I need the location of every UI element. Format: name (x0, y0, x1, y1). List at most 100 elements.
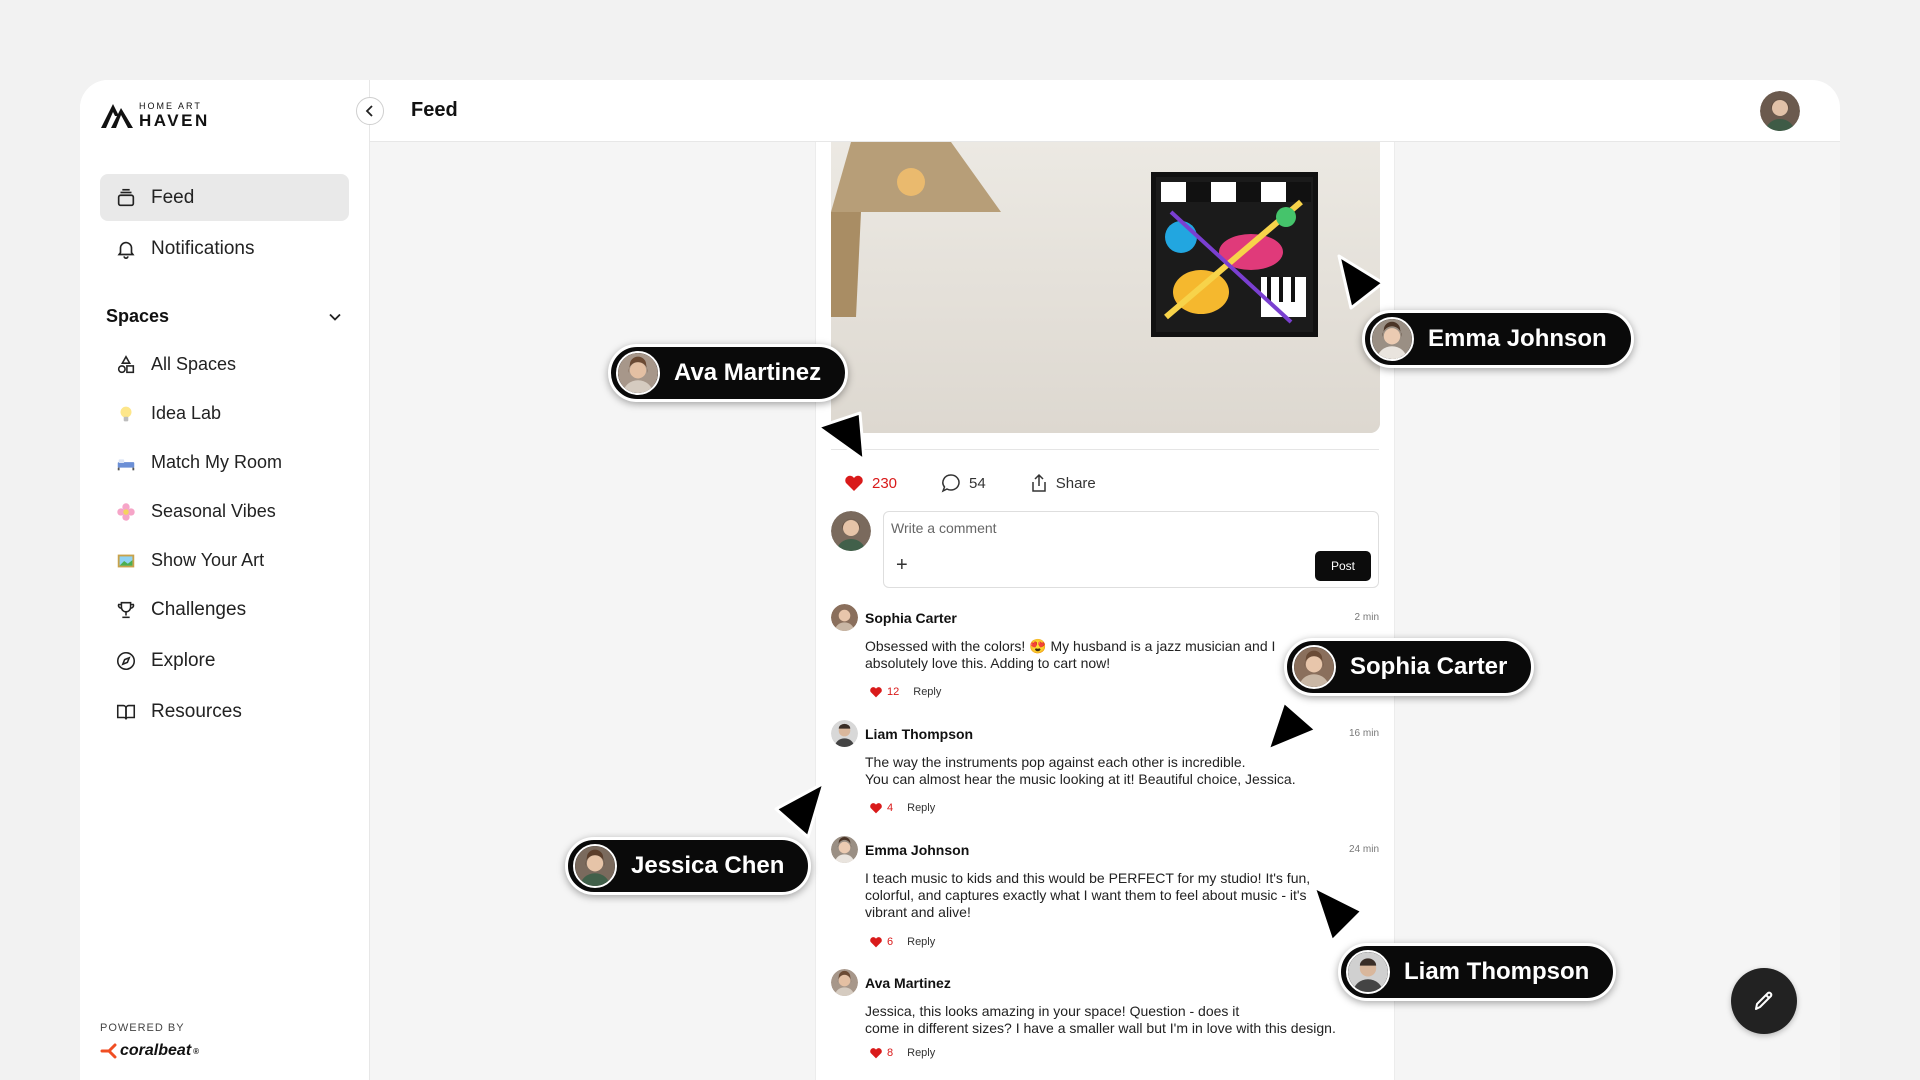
nav-item-challenges[interactable]: Challenges (100, 586, 349, 633)
comment-actions: 6 Reply (869, 936, 935, 948)
post-detail: 230 54 Share Write a comment + Post Soph… (815, 142, 1395, 1080)
powered-label: POWERED BY (100, 1022, 185, 1034)
commenter-name[interactable]: Sophia Carter (865, 610, 957, 626)
comment-like-count: 4 (887, 802, 894, 814)
bed-icon (115, 452, 137, 474)
reply-button[interactable]: Reply (907, 936, 935, 948)
share-icon (1031, 473, 1046, 492)
commenter-name[interactable]: Emma Johnson (865, 842, 969, 858)
brand-small: HOME ART (139, 100, 202, 111)
reply-button[interactable]: Reply (907, 1047, 935, 1059)
commenter-name[interactable]: Ava Martinez (865, 975, 951, 991)
book-icon (115, 701, 137, 723)
pencil-icon (1755, 991, 1773, 1010)
nav-item-resources[interactable]: Resources (100, 688, 349, 735)
bell-icon (115, 238, 137, 260)
comment-bubble-icon (941, 474, 960, 493)
coralbeat-logo[interactable]: coralbeat ® (100, 1042, 199, 1060)
user-avatar[interactable] (1760, 91, 1800, 131)
collaborator-avatar (573, 844, 617, 888)
add-attachment-button[interactable]: + (896, 554, 908, 577)
top-bar: Feed (356, 80, 1840, 142)
collaborator-pill-liam: Liam Thompson (1338, 943, 1617, 1001)
collaborator-name: Jessica Chen (631, 852, 785, 879)
comment-like-button[interactable]: 8 (869, 1047, 893, 1059)
nav-item-notifications[interactable]: Notifications (100, 225, 349, 272)
spaces-list: All Spaces Idea Lab Match My Room Season… (100, 340, 349, 585)
collaborator-pill-jessica: Jessica Chen (565, 837, 812, 895)
comment-like-button[interactable]: 12 (869, 686, 899, 698)
heart-icon (870, 803, 882, 814)
cursor-arrow-icon (816, 411, 866, 462)
collaborator-avatar (616, 351, 660, 395)
space-item-seasonal-vibes[interactable]: Seasonal Vibes (100, 487, 349, 536)
commenter-name[interactable]: Liam Thompson (865, 726, 973, 742)
post-divider (831, 449, 1379, 450)
collaborator-name: Sophia Carter (1350, 653, 1508, 680)
collaborator-pill-ava: Ava Martinez (608, 344, 849, 402)
collapse-sidebar-button[interactable] (356, 97, 384, 125)
space-item-all-spaces[interactable]: All Spaces (100, 340, 349, 389)
comment-like-count: 6 (887, 936, 894, 948)
picture-icon (115, 550, 137, 572)
lightbulb-icon (115, 403, 137, 425)
heart-icon (870, 937, 882, 948)
like-count: 230 (872, 474, 898, 492)
commenter-avatar (831, 969, 858, 996)
comment-like-button[interactable]: 6 (869, 936, 893, 948)
coralbeat-mark-icon (100, 1043, 117, 1059)
feed-icon (115, 187, 137, 209)
like-button[interactable]: 230 (844, 474, 897, 492)
space-item-match-my-room[interactable]: Match My Room (100, 438, 349, 487)
cursor-arrow-icon (1312, 885, 1364, 943)
comment-actions: 4 Reply (869, 802, 935, 814)
space-label: Seasonal Vibes (151, 501, 276, 521)
comment-button[interactable]: 54 (941, 473, 986, 493)
post-image[interactable] (831, 142, 1380, 433)
heart-icon (870, 687, 882, 698)
comment-actions: 8 Reply (869, 1047, 935, 1059)
comment-actions: 12 Reply (869, 686, 941, 698)
comment-time: 24 min (1348, 844, 1379, 855)
reply-button[interactable]: Reply (907, 802, 935, 814)
space-item-idea-lab[interactable]: Idea Lab (100, 389, 349, 438)
commenter-avatar (831, 604, 858, 631)
heart-icon (845, 475, 863, 491)
comment-text: I teach music to kids and this would be … (865, 870, 1311, 920)
comment-input[interactable] (891, 520, 1291, 536)
nav-label-explore: Explore (151, 649, 216, 671)
sidebar: HOME ART HAVEN Feed Notifications Spaces (80, 80, 370, 1080)
spaces-title: Spaces (106, 306, 170, 326)
space-label: Idea Lab (151, 403, 222, 423)
collaborator-avatar (1346, 950, 1390, 994)
post-comment-button[interactable]: Post (1315, 551, 1371, 581)
powered-by: POWERED BY coralbeat ® (100, 1022, 199, 1060)
collaborator-name: Liam Thompson (1404, 958, 1590, 985)
compass-icon (115, 650, 137, 672)
comment-time: 2 min (1354, 612, 1379, 623)
comment-text: Jessica, this looks amazing in your spac… (865, 1003, 1336, 1036)
space-item-show-your-art[interactable]: Show Your Art (100, 536, 349, 585)
brand-logo[interactable]: HOME ART HAVEN (99, 100, 210, 130)
commenter-avatar (831, 720, 858, 747)
collaborator-avatar (1370, 317, 1414, 361)
collaborator-pill-sophia: Sophia Carter (1284, 638, 1535, 696)
nav-item-explore[interactable]: Explore (100, 637, 349, 684)
logo-mark-icon (101, 104, 133, 128)
reply-button[interactable]: Reply (913, 686, 941, 698)
spaces-header[interactable]: Spaces (106, 306, 343, 327)
comment-box: + Post (883, 511, 1379, 588)
comment-like-button[interactable]: 4 (869, 802, 893, 814)
flower-icon (115, 501, 137, 523)
page-title: Feed (411, 99, 458, 121)
share-button[interactable]: Share (1030, 473, 1096, 493)
coralbeat-name: coralbeat (120, 1042, 192, 1059)
comment-composer: + Post (831, 511, 1379, 591)
nav-item-feed[interactable]: Feed (100, 174, 349, 221)
trophy-icon (115, 599, 137, 621)
compose-fab-button[interactable] (1731, 968, 1797, 1034)
comment-text: The way the instruments pop against each… (865, 754, 1296, 787)
cursor-arrow-icon (1337, 254, 1385, 310)
secondary-nav: Challenges Explore Resources (100, 586, 349, 739)
chevron-down-icon[interactable] (327, 309, 343, 325)
